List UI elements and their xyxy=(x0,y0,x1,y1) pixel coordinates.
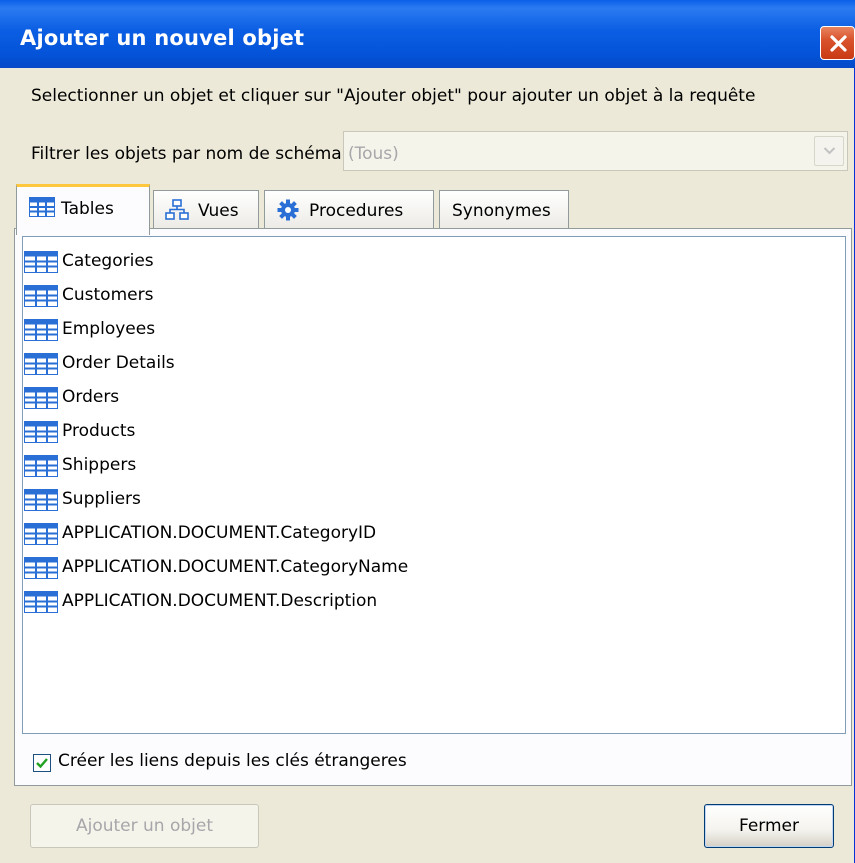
list-item-label: APPLICATION.DOCUMENT.Description xyxy=(62,591,378,611)
list-item-label: APPLICATION.DOCUMENT.CategoryID xyxy=(62,523,377,543)
table-icon xyxy=(24,421,58,443)
table-icon xyxy=(24,319,58,341)
tab-vues-label: Vues xyxy=(198,201,239,221)
add-object-button[interactable]: Ajouter un objet xyxy=(30,804,259,848)
close-dialog-button[interactable]: Fermer xyxy=(704,804,834,848)
title-bar[interactable]: Ajouter un nouvel objet xyxy=(0,0,855,68)
list-item-label: Orders xyxy=(62,387,120,407)
tab-procedures[interactable]: Procedures xyxy=(264,190,434,228)
list-item-label: Suppliers xyxy=(62,489,141,509)
schema-filter-value: (Tous) xyxy=(348,144,399,164)
tab-synonymes[interactable]: Synonymes xyxy=(439,190,569,228)
table-icon xyxy=(24,523,58,545)
table-icon xyxy=(24,557,58,579)
dialog-title: Ajouter un nouvel objet xyxy=(20,26,305,50)
instructions-text: Selectionner un objet et cliquer sur "Aj… xyxy=(31,86,756,106)
list-item-label: APPLICATION.DOCUMENT.CategoryName xyxy=(62,557,409,577)
table-icon xyxy=(24,489,58,511)
tab-vues[interactable]: Vues xyxy=(153,190,259,228)
tab-tables-label: Tables xyxy=(61,199,114,219)
list-item-label: Employees xyxy=(62,319,156,339)
add-object-dialog: Ajouter un nouvel objet Selectionner un … xyxy=(0,0,855,863)
list-item-label: Customers xyxy=(62,285,154,305)
close-icon xyxy=(830,35,847,52)
table-icon xyxy=(24,353,58,375)
objects-list[interactable]: Categories Customers Employees Order Detail… xyxy=(22,236,846,734)
tab-procedures-label: Procedures xyxy=(309,201,404,221)
table-icon xyxy=(24,251,58,273)
create-links-checkbox[interactable] xyxy=(33,754,51,772)
table-icon xyxy=(24,455,58,477)
list-item-label: Categories xyxy=(62,251,154,271)
chevron-down-icon xyxy=(823,147,836,155)
close-button[interactable] xyxy=(820,26,855,60)
tab-synonymes-label: Synonymes xyxy=(452,201,551,221)
list-item-label: Shippers xyxy=(62,455,137,475)
table-icon xyxy=(24,285,58,307)
create-links-label: Créer les liens depuis les clés étranger… xyxy=(58,751,407,771)
dropdown-button[interactable] xyxy=(814,136,844,166)
schema-filter-select[interactable]: (Tous) xyxy=(343,131,848,171)
table-icon xyxy=(24,591,58,613)
list-item-label: Order Details xyxy=(62,353,175,373)
gear-icon xyxy=(277,199,299,221)
checkmark-icon xyxy=(36,758,48,769)
table-icon xyxy=(29,197,55,217)
view-icon xyxy=(165,199,189,220)
table-icon xyxy=(24,387,58,409)
schema-filter-label: Filtrer les objets par nom de schéma xyxy=(31,144,342,164)
tab-tables[interactable]: Tables xyxy=(16,184,150,235)
list-item-label: Products xyxy=(62,421,136,441)
